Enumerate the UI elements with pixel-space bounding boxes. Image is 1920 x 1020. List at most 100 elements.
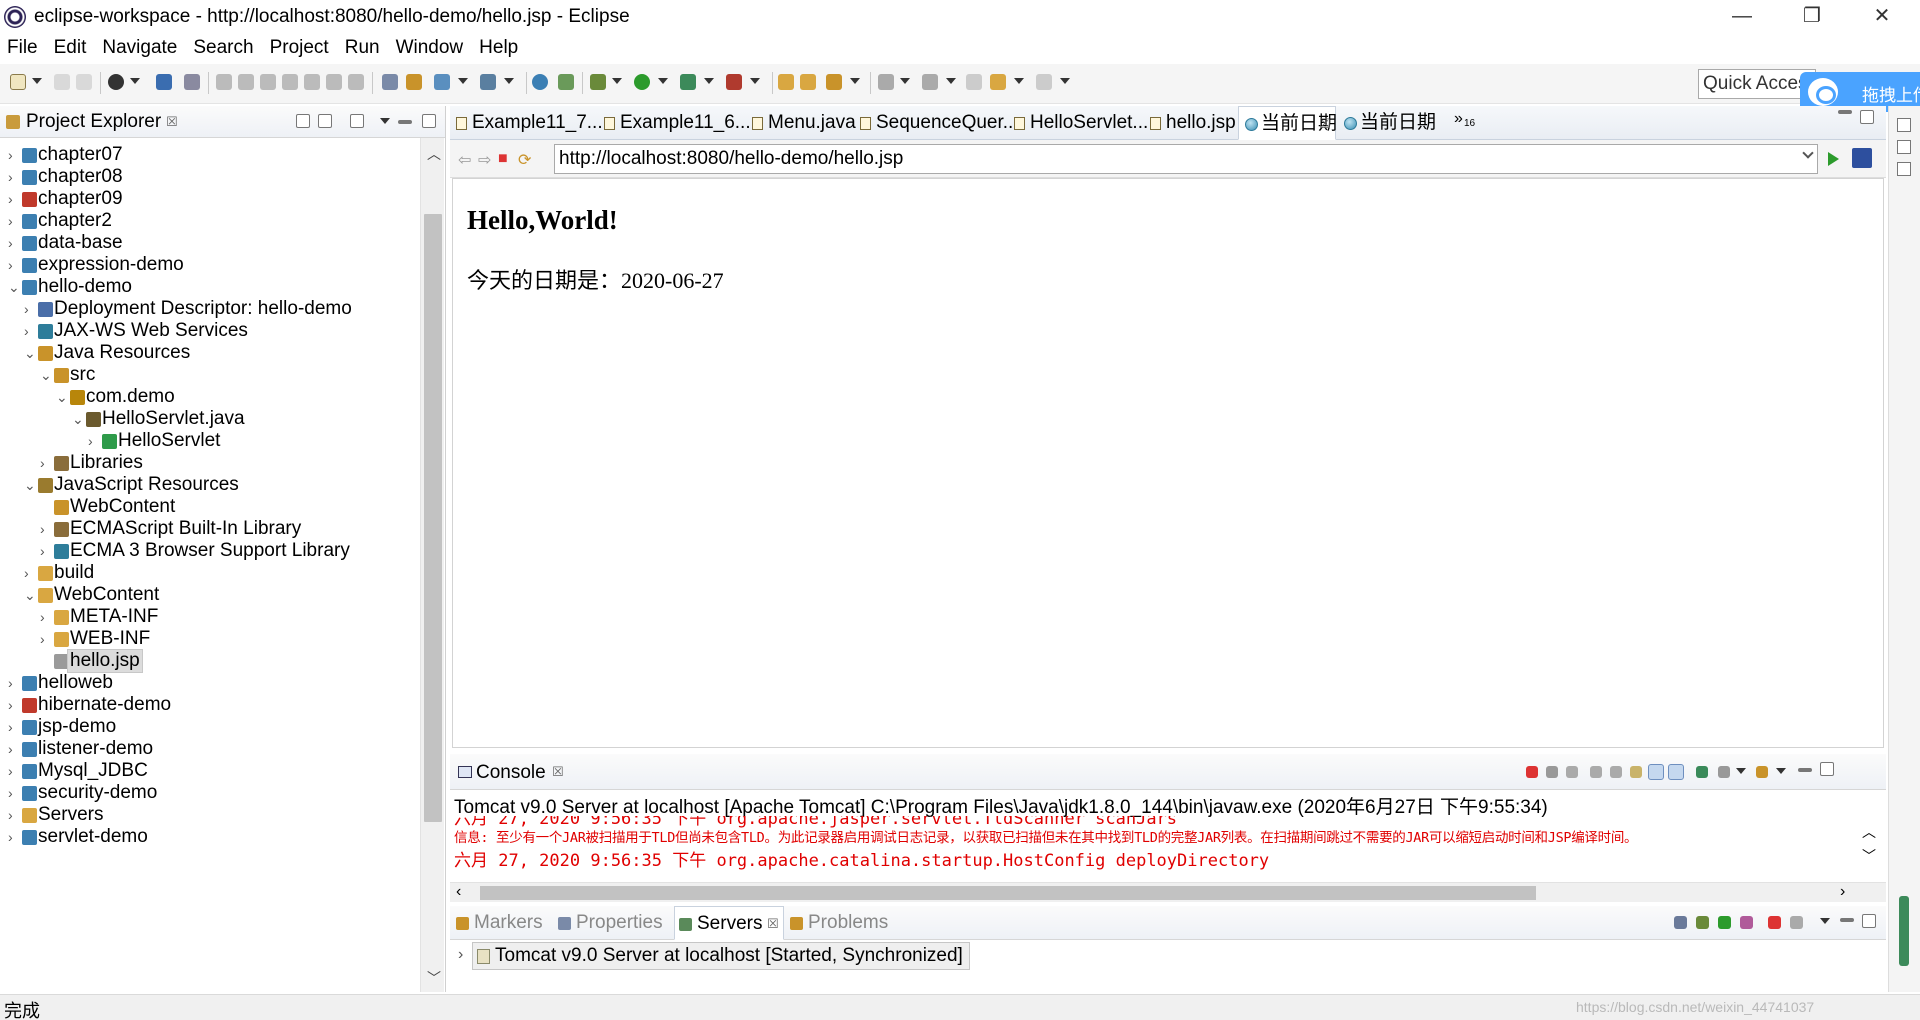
next-annotation-dropdown-icon[interactable] xyxy=(900,78,910,84)
terminate-icon[interactable] xyxy=(1526,766,1538,778)
collapsed-arrow-icon[interactable]: › xyxy=(40,628,52,650)
bottom-tab[interactable]: Problems xyxy=(786,906,890,940)
browser-forward-icon[interactable]: ⇨ xyxy=(478,150,491,170)
collapsed-arrow-icon[interactable]: › xyxy=(8,804,20,826)
terminal-icon[interactable] xyxy=(156,74,172,90)
debug-server-icon[interactable] xyxy=(1696,916,1709,929)
tree-item[interactable]: › helloweb xyxy=(0,672,420,694)
step-return-icon[interactable] xyxy=(348,74,364,90)
external-tools-dropdown-icon[interactable] xyxy=(750,78,760,84)
tree-item[interactable]: › expression-demo xyxy=(0,254,420,276)
back-dropdown-icon[interactable] xyxy=(1014,78,1024,84)
step-over-icon[interactable] xyxy=(326,74,342,90)
scroll-up-icon[interactable]: ︿ xyxy=(1862,822,1876,842)
tree-item[interactable]: › JAX-WS Web Services xyxy=(0,320,420,342)
maximize-button[interactable]: ❐ xyxy=(1782,0,1842,34)
bottom-tab[interactable]: Markers xyxy=(452,906,550,940)
debug-icon[interactable] xyxy=(590,74,606,90)
collapsed-arrow-icon[interactable]: › xyxy=(8,738,20,760)
display-console-dropdown-icon[interactable] xyxy=(1736,768,1746,774)
menu-search[interactable]: Search xyxy=(185,37,261,59)
save-icon[interactable] xyxy=(54,74,70,90)
editor-tab[interactable]: SequenceQuer... xyxy=(854,106,1019,140)
open-task-icon[interactable] xyxy=(800,74,816,90)
outline-icon[interactable] xyxy=(1897,140,1911,154)
terminate-icon[interactable] xyxy=(260,74,276,90)
disconnect-icon[interactable] xyxy=(282,74,298,90)
tree-item[interactable]: › META-INF xyxy=(0,606,420,628)
minimize-view-icon[interactable] xyxy=(1838,110,1852,114)
tree-item[interactable]: hello.jsp xyxy=(0,649,420,673)
view-menu-icon[interactable] xyxy=(1820,918,1830,924)
tree-item[interactable]: ⌄ Java Resources xyxy=(0,342,420,364)
collapsed-arrow-icon[interactable]: › xyxy=(88,430,100,452)
tree-item[interactable]: ⌄ com.demo xyxy=(0,386,420,408)
open-external-browser-icon[interactable] xyxy=(1852,148,1872,168)
maximize-view-icon[interactable] xyxy=(1820,762,1834,776)
browser-back-icon[interactable]: ⇦ xyxy=(458,150,471,170)
collapsed-arrow-icon[interactable]: › xyxy=(40,452,52,474)
url-input[interactable]: http://localhost:8080/hello-demo/hello.j… xyxy=(554,144,1818,174)
open-console-icon[interactable] xyxy=(1756,766,1768,778)
collapsed-arrow-icon[interactable]: › xyxy=(8,716,20,738)
menu-navigate[interactable]: Navigate xyxy=(94,37,185,59)
close-icon[interactable]: ☒ xyxy=(166,114,178,130)
search-dropdown-icon[interactable] xyxy=(850,78,860,84)
collapsed-arrow-icon[interactable]: › xyxy=(8,760,20,782)
scroll-down-icon[interactable]: ﹀ xyxy=(1862,846,1876,866)
scroll-down-icon[interactable]: ﹀ xyxy=(427,968,441,988)
scroll-thumb[interactable] xyxy=(424,214,442,822)
server-status-icon[interactable] xyxy=(108,74,124,90)
web-browser-icon[interactable] xyxy=(532,74,548,90)
previous-annotation-dropdown-icon[interactable] xyxy=(946,78,956,84)
scroll-up-icon[interactable]: ︿ xyxy=(427,144,441,164)
scroll-lock-icon[interactable] xyxy=(1610,766,1622,778)
profile-server-icon[interactable] xyxy=(1740,916,1753,929)
start-server-icon[interactable] xyxy=(1718,916,1731,929)
scroll-left-icon[interactable]: ‹ xyxy=(456,883,461,901)
resume-icon[interactable] xyxy=(216,74,232,90)
run-dropdown-icon[interactable] xyxy=(658,78,668,84)
expanded-arrow-icon[interactable]: ⌄ xyxy=(24,584,36,606)
console-tab[interactable]: Console xyxy=(476,762,546,784)
browser-stop-icon[interactable]: ■ xyxy=(498,150,508,168)
expanded-arrow-icon[interactable]: ⌄ xyxy=(72,408,84,430)
coverage-icon[interactable] xyxy=(680,74,696,90)
pin-console-icon[interactable] xyxy=(1696,766,1708,778)
tree-item[interactable]: › ECMA 3 Browser Support Library xyxy=(0,540,420,562)
task-list-icon[interactable] xyxy=(1897,162,1911,176)
view-menu-icon[interactable] xyxy=(380,118,390,124)
menu-run[interactable]: Run xyxy=(337,37,388,59)
link-with-editor-icon[interactable] xyxy=(318,114,332,128)
collapsed-arrow-icon[interactable]: › xyxy=(8,210,20,232)
tree-item[interactable]: › Mysql_JDBC xyxy=(0,760,420,782)
collapsed-arrow-icon[interactable]: › xyxy=(24,562,36,584)
expanded-arrow-icon[interactable]: ⌄ xyxy=(8,276,20,298)
tree-item[interactable]: › data-base xyxy=(0,232,420,254)
show-console-on-stdout-icon[interactable] xyxy=(1648,764,1664,780)
clear-console-icon[interactable] xyxy=(1590,766,1602,778)
new-class-dropdown-icon[interactable] xyxy=(504,78,514,84)
tree-item[interactable]: › Libraries xyxy=(0,452,420,474)
console-vertical-scrollbar[interactable]: ︿ ﹀ xyxy=(1858,822,1882,878)
editor-tab[interactable]: 当前日期 ☒ xyxy=(1238,106,1337,140)
new-dropdown-icon[interactable] xyxy=(32,78,42,84)
menu-file[interactable]: File xyxy=(0,37,46,59)
run-on-server-icon[interactable] xyxy=(558,74,574,90)
forward-icon[interactable] xyxy=(1036,74,1052,90)
word-wrap-icon[interactable] xyxy=(1630,766,1642,778)
bottom-tab[interactable]: Properties xyxy=(554,906,670,940)
tree-item[interactable]: ⌄ WebContent xyxy=(0,584,420,606)
tree-item[interactable]: › chapter07 xyxy=(0,144,420,166)
tree-item[interactable]: › listener-demo xyxy=(0,738,420,760)
menu-help[interactable]: Help xyxy=(471,37,526,59)
collapsed-arrow-icon[interactable]: › xyxy=(8,166,20,188)
collapsed-arrow-icon[interactable]: › xyxy=(8,188,20,210)
expanded-arrow-icon[interactable]: ⌄ xyxy=(24,342,36,364)
tab-overflow-button[interactable]: » xyxy=(1454,110,1463,128)
tree-item[interactable]: › chapter08 xyxy=(0,166,420,188)
collapsed-arrow-icon[interactable]: › xyxy=(8,782,20,804)
tree-item[interactable]: › Servers xyxy=(0,804,420,826)
project-tree-scrollbar[interactable]: ︿ ﹀ xyxy=(420,138,444,992)
server-tomcat-row[interactable]: Tomcat v9.0 Server at localhost [Started… xyxy=(472,942,970,970)
